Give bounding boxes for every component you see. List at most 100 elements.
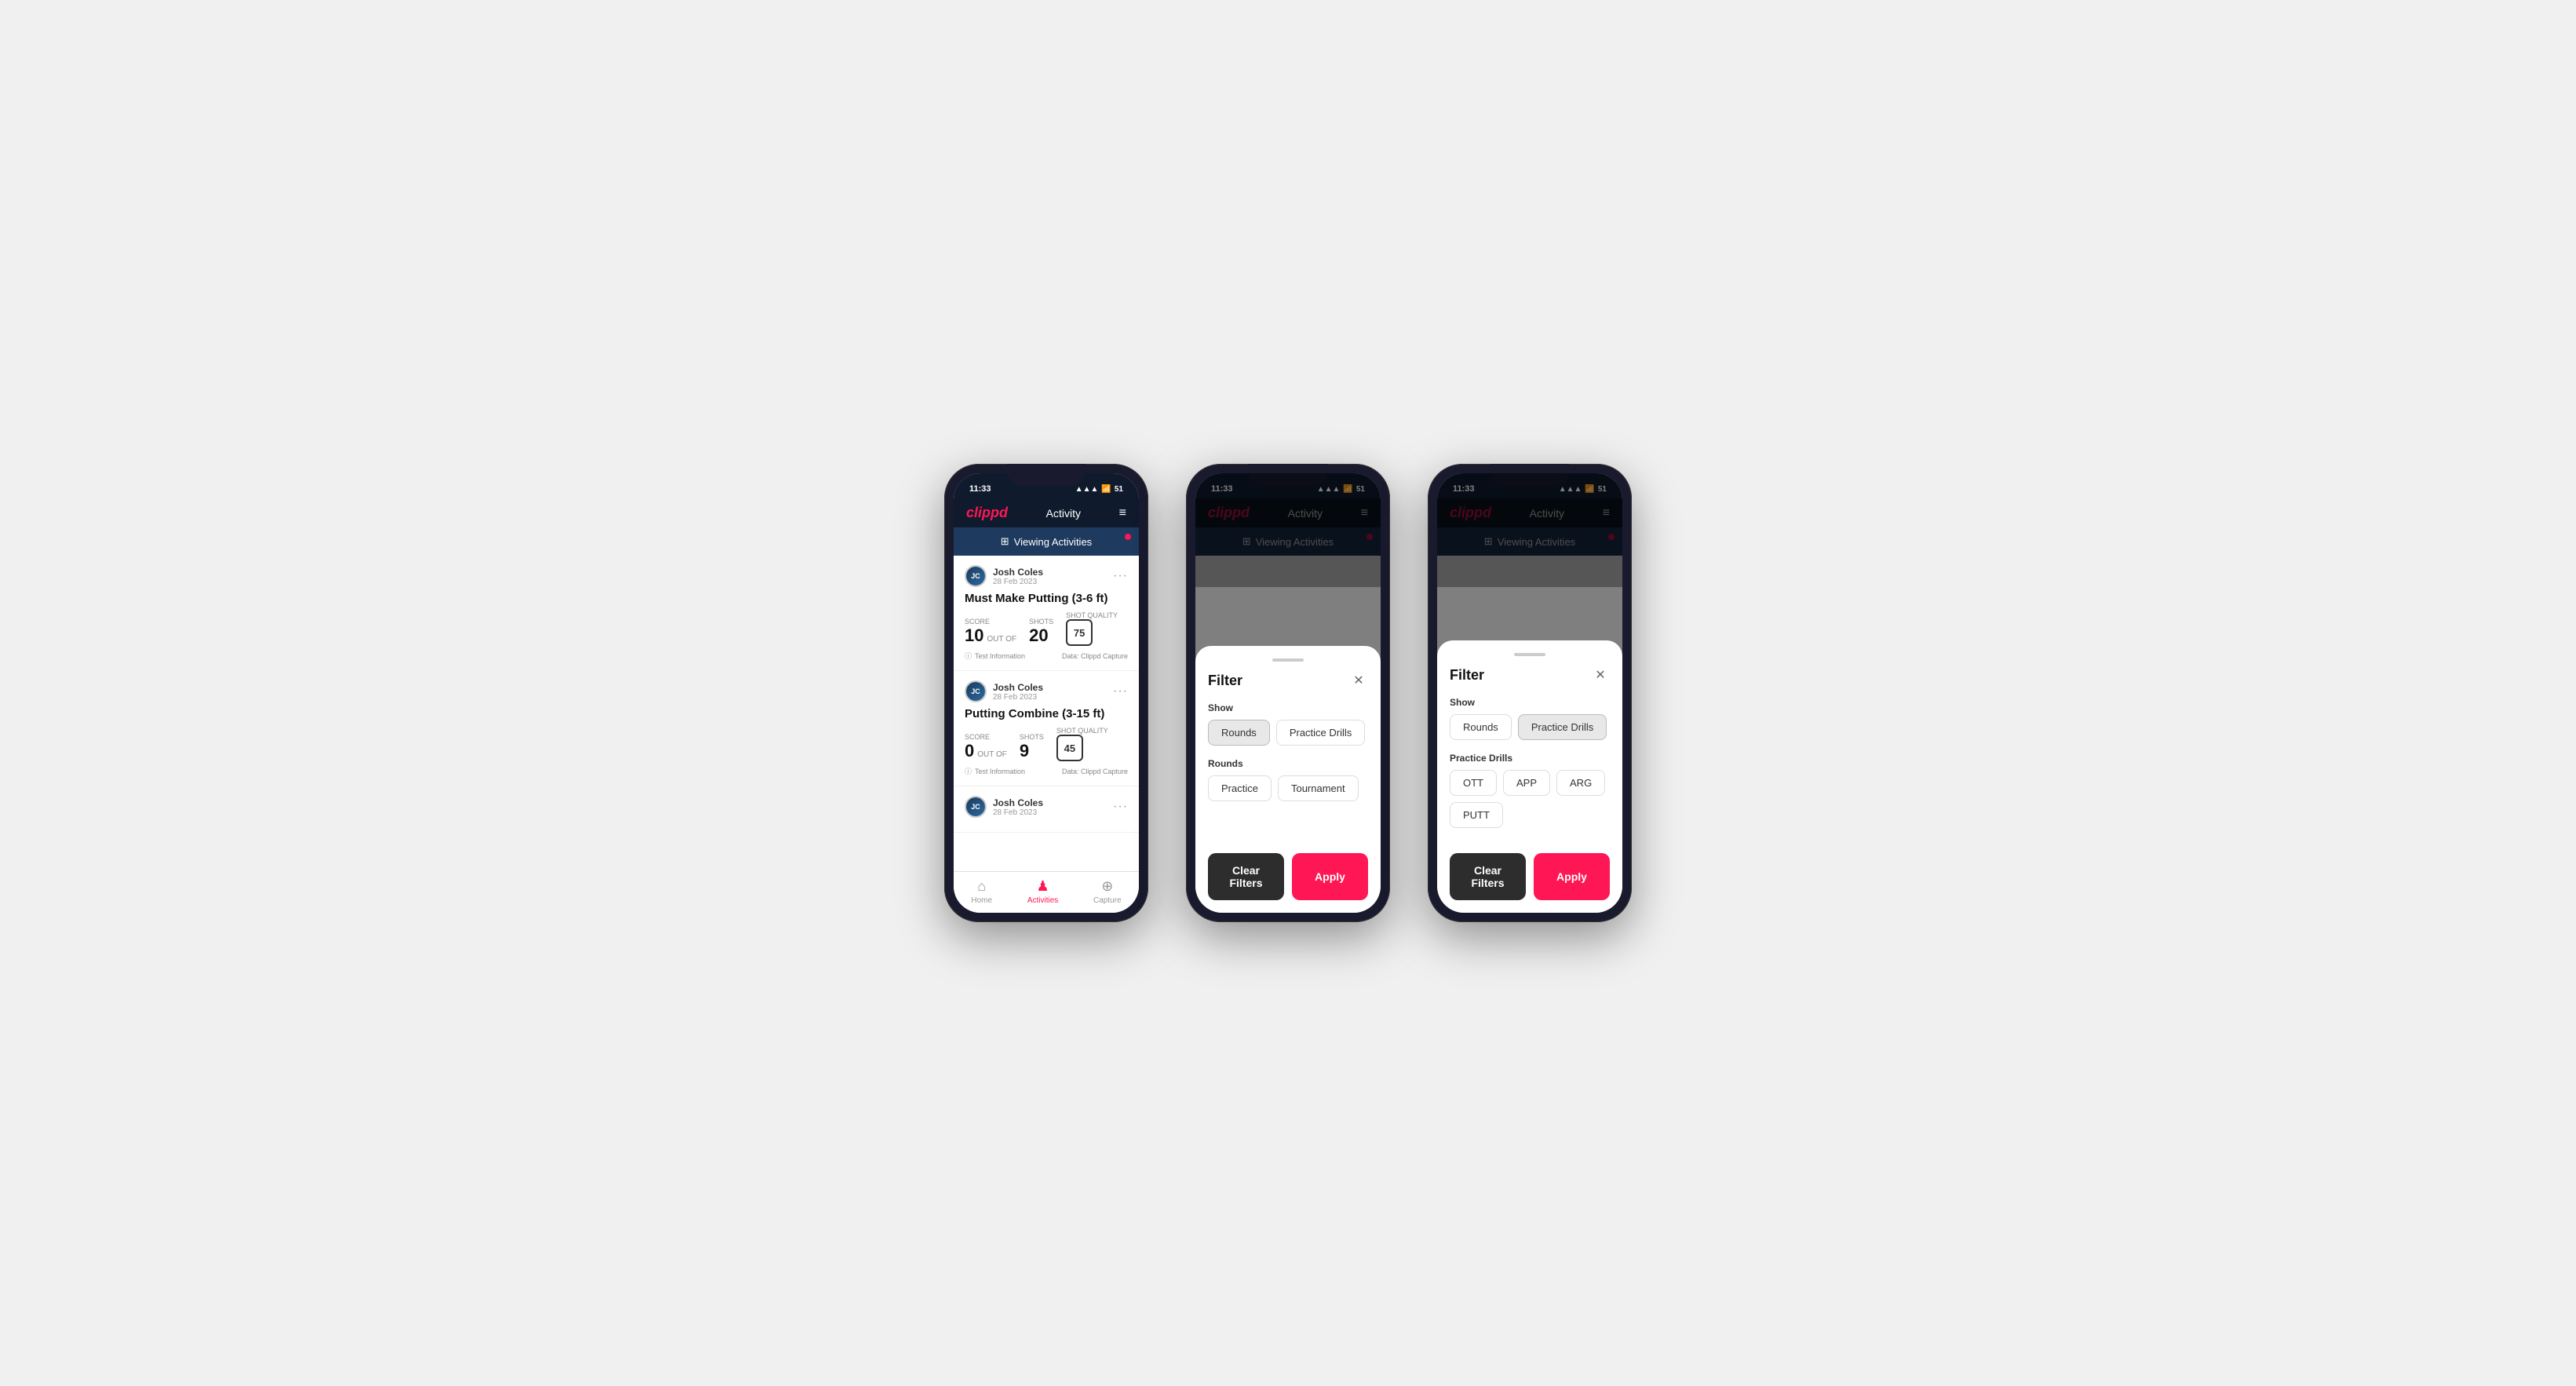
activities-label: Activities — [1027, 896, 1058, 905]
modal-header-3: Filter ✕ — [1450, 666, 1610, 684]
arg-btn-3[interactable]: ARG — [1556, 770, 1605, 796]
card-header-3: JC Josh Coles 28 Feb 2023 ··· — [965, 796, 1128, 818]
clear-filters-btn-2[interactable]: Clear Filters — [1208, 853, 1284, 900]
shot-quality-badge-1: 75 — [1066, 619, 1093, 646]
filter-modal-3: Filter ✕ Show Rounds Practice Drills Pra… — [1437, 640, 1622, 913]
practice-drills-btn-2[interactable]: Practice Drills — [1276, 720, 1365, 746]
viewing-banner[interactable]: ⊞ Viewing Activities — [954, 527, 1139, 556]
rounds-buttons-2: Practice Tournament — [1208, 775, 1368, 801]
card-title-1: Must Make Putting (3-6 ft) — [965, 592, 1128, 605]
user-date-3: 28 Feb 2023 — [993, 808, 1043, 817]
out-of-2: OUT OF — [977, 750, 1007, 759]
capture-icon: ⊕ — [1101, 878, 1113, 895]
activity-card-3: JC Josh Coles 28 Feb 2023 ··· — [954, 786, 1139, 833]
signal-icon: ▲▲▲ — [1075, 485, 1099, 494]
practice-drills-btn-3[interactable]: Practice Drills — [1518, 714, 1607, 740]
user-name-2: Josh Coles — [993, 682, 1043, 693]
filter-title-3: Filter — [1450, 667, 1484, 684]
score-label-1: Score — [965, 618, 1016, 626]
out-of-1: OUT OF — [987, 635, 1016, 644]
close-button-3[interactable]: ✕ — [1591, 666, 1610, 684]
activity-list: JC Josh Coles 28 Feb 2023 ··· Must Make … — [954, 556, 1139, 871]
apply-btn-2[interactable]: Apply — [1292, 853, 1368, 900]
shot-quality-group-1: Shot Quality 75 — [1066, 611, 1118, 646]
filter-icon: ⊞ — [1001, 535, 1009, 548]
user-info-3: JC Josh Coles 28 Feb 2023 — [965, 796, 1043, 818]
rounds-btn-3[interactable]: Rounds — [1450, 714, 1512, 740]
shots-value-2: 9 — [1020, 741, 1044, 761]
modal-header-2: Filter ✕ — [1208, 671, 1368, 690]
home-label: Home — [971, 896, 992, 905]
test-info-1: ⓘ Test Information — [965, 651, 1025, 661]
putt-btn-3[interactable]: PUTT — [1450, 802, 1503, 828]
info-icon-2: ⓘ — [965, 766, 972, 776]
nav-capture[interactable]: ⊕ Capture — [1093, 878, 1122, 905]
more-options-3[interactable]: ··· — [1113, 800, 1128, 814]
activities-icon: ♟ — [1036, 878, 1049, 895]
card-header-2: JC Josh Coles 28 Feb 2023 ··· — [965, 680, 1128, 702]
user-date-2: 28 Feb 2023 — [993, 693, 1043, 702]
nav-activities[interactable]: ♟ Activities — [1027, 878, 1058, 905]
wifi-icon: 📶 — [1101, 485, 1111, 494]
apply-btn-3[interactable]: Apply — [1534, 853, 1610, 900]
modal-actions-2: Clear Filters Apply — [1208, 841, 1368, 900]
rounds-btn-2[interactable]: Rounds — [1208, 720, 1270, 746]
avatar-3: JC — [965, 796, 987, 818]
phone-screen-3: 11:33 ▲▲▲ 📶 51 clippd Activity ≡ ⊞ Viewi… — [1437, 473, 1622, 913]
shot-quality-label-1: Shot Quality — [1066, 611, 1118, 619]
avatar-1: JC — [965, 565, 987, 587]
app-header: clippd Activity ≡ — [954, 498, 1139, 527]
status-icons: ▲▲▲ 📶 51 — [1075, 485, 1123, 494]
data-source-2: Data: Clippd Capture — [1062, 768, 1128, 775]
test-info-2: ⓘ Test Information — [965, 766, 1025, 776]
menu-icon[interactable]: ≡ — [1119, 506, 1126, 520]
filter-modal-2: Filter ✕ Show Rounds Practice Drills Rou… — [1195, 646, 1381, 913]
close-button-2[interactable]: ✕ — [1349, 671, 1368, 690]
bottom-nav: ⌂ Home ♟ Activities ⊕ Capture — [954, 871, 1139, 913]
header-title: Activity — [1046, 507, 1081, 520]
app-btn-3[interactable]: APP — [1503, 770, 1550, 796]
more-options-1[interactable]: ··· — [1113, 569, 1128, 583]
shot-quality-group-2: Shot Quality 45 — [1056, 727, 1108, 761]
shots-group-2: Shots 9 — [1020, 733, 1044, 761]
modal-actions-3: Clear Filters Apply — [1450, 841, 1610, 900]
notch — [1007, 464, 1085, 486]
user-details-3: Josh Coles 28 Feb 2023 — [993, 797, 1043, 817]
nav-home[interactable]: ⌂ Home — [971, 878, 992, 905]
info-icon-1: ⓘ — [965, 651, 972, 661]
shot-quality-label-2: Shot Quality — [1056, 727, 1108, 735]
show-label-2: Show — [1208, 702, 1368, 713]
tournament-btn-2[interactable]: Tournament — [1278, 775, 1359, 801]
shots-group-1: Shots 20 — [1029, 618, 1053, 646]
user-date-1: 28 Feb 2023 — [993, 578, 1043, 586]
card-title-2: Putting Combine (3-15 ft) — [965, 707, 1128, 720]
phone-2: 11:33 ▲▲▲ 📶 51 clippd Activity ≡ ⊞ Viewi… — [1186, 464, 1390, 922]
score-value-1: 10 OUT OF — [965, 626, 1016, 646]
avatar-2: JC — [965, 680, 987, 702]
modal-handle-3 — [1514, 653, 1545, 656]
card-footer-2: ⓘ Test Information Data: Clippd Capture — [965, 766, 1128, 776]
user-info-2: JC Josh Coles 28 Feb 2023 — [965, 680, 1043, 702]
clear-filters-btn-3[interactable]: Clear Filters — [1450, 853, 1526, 900]
ott-btn-3[interactable]: OTT — [1450, 770, 1497, 796]
logo: clippd — [966, 505, 1008, 521]
practice-btn-2[interactable]: Practice — [1208, 775, 1272, 801]
activity-card-2: JC Josh Coles 28 Feb 2023 ··· Putting Co… — [954, 671, 1139, 786]
user-name-3: Josh Coles — [993, 797, 1043, 808]
score-group-2: Score 0 OUT OF — [965, 733, 1007, 761]
user-info-1: JC Josh Coles 28 Feb 2023 — [965, 565, 1043, 587]
filter-title-2: Filter — [1208, 673, 1242, 689]
phone-screen: 11:33 ▲▲▲ 📶 51 clippd Activity ≡ ⊞ Viewi… — [954, 473, 1139, 913]
user-name-1: Josh Coles — [993, 567, 1043, 578]
filter-overlay-3: Filter ✕ Show Rounds Practice Drills Pra… — [1437, 473, 1622, 913]
more-options-2[interactable]: ··· — [1113, 684, 1128, 698]
avatar-flag-1: JC — [966, 567, 985, 585]
rounds-section-label-2: Rounds — [1208, 758, 1368, 769]
card-stats-2: Score 0 OUT OF Shots 9 — [965, 727, 1128, 761]
data-source-1: Data: Clippd Capture — [1062, 652, 1128, 660]
phone-screen-2: 11:33 ▲▲▲ 📶 51 clippd Activity ≡ ⊞ Viewi… — [1195, 473, 1381, 913]
viewing-text: Viewing Activities — [1014, 536, 1092, 548]
score-group-1: Score 10 OUT OF — [965, 618, 1016, 646]
avatar-flag-2: JC — [966, 682, 985, 701]
show-buttons-2: Rounds Practice Drills — [1208, 720, 1368, 746]
